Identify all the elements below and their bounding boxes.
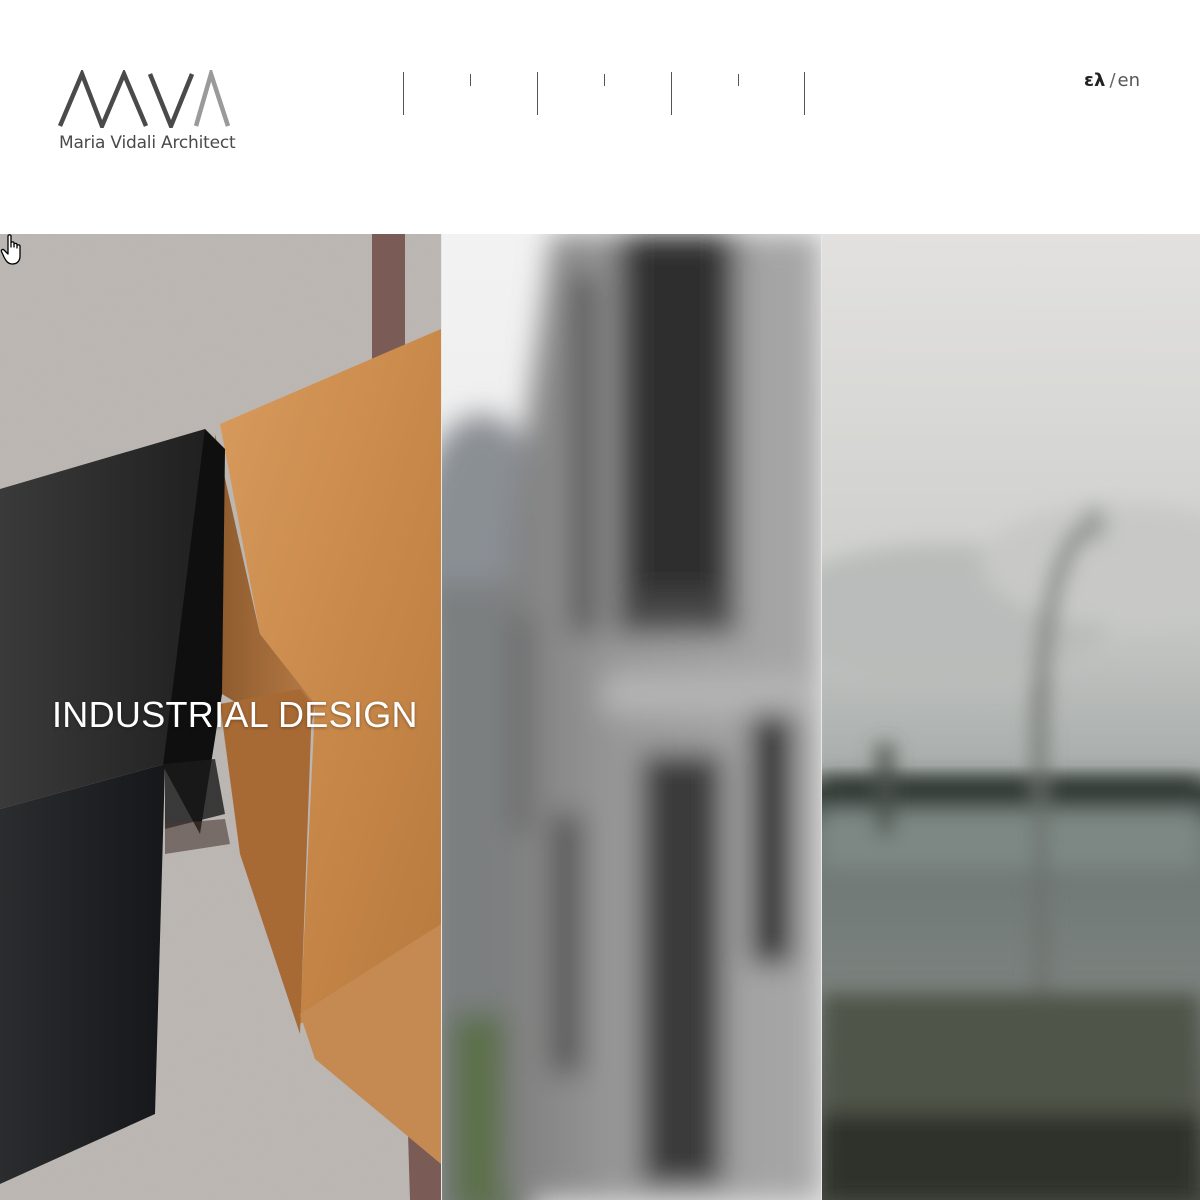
category-panels: INDUSTRIAL DESIGN [0,234,1200,1200]
panel-landscape[interactable] [822,234,1200,1200]
language-english-link[interactable]: en [1118,70,1140,91]
site-header: Maria Vidali Architect ελ / en [0,0,1200,234]
panel-industrial-design[interactable]: INDUSTRIAL DESIGN [0,234,441,1200]
language-greek-link[interactable]: ελ [1084,70,1105,91]
main-navigation [403,72,813,118]
hand-pointer-icon [0,234,21,265]
nav-item-marker[interactable] [604,74,606,86]
site-logo[interactable]: Maria Vidali Architect [58,70,236,160]
nav-separator [671,72,673,115]
brand-name: Maria Vidali Architect [59,133,236,153]
nav-item-marker[interactable] [738,74,740,86]
language-switcher: ελ / en [1084,70,1140,91]
nav-item-marker[interactable] [470,74,472,86]
building-facade-photo [442,234,821,1200]
panel-label-industrial-design: INDUSTRIAL DESIGN [52,694,418,735]
nav-separator [804,72,806,115]
language-separator: / [1109,70,1116,91]
nav-separator [537,72,539,115]
nav-separator [403,72,405,115]
waterfront-photo [822,234,1200,1200]
mva-logo-mark [58,70,230,128]
panel-architecture[interactable] [442,234,821,1200]
